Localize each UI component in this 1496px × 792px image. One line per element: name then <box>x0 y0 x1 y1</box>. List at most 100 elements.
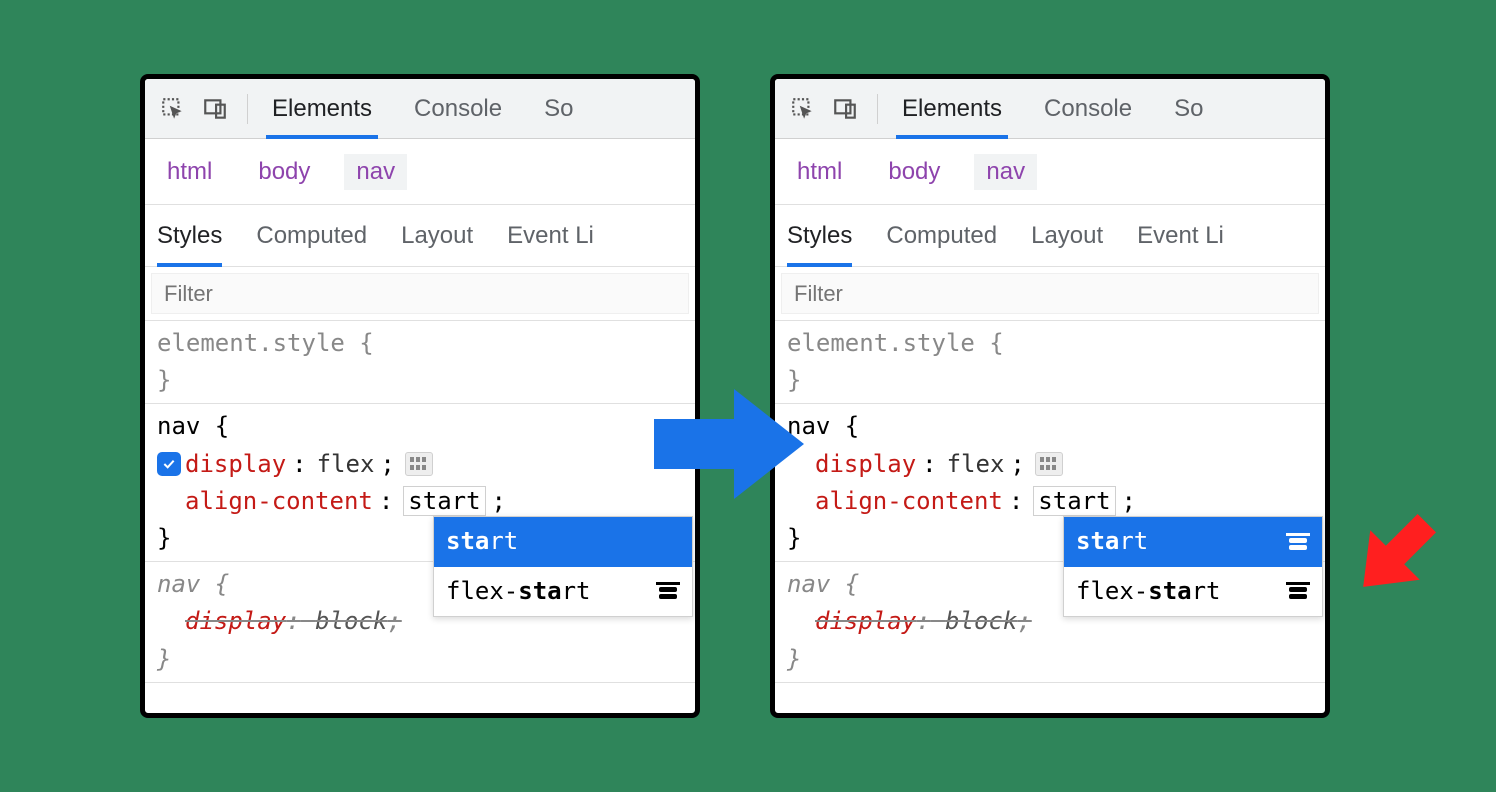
selector-element-style: element.style { <box>787 325 1313 362</box>
ac-rest: rt <box>1192 577 1221 605</box>
prop-display[interactable]: display: flex; <box>157 446 683 483</box>
tab-elements[interactable]: Elements <box>896 80 1008 139</box>
subtab-event-cut[interactable]: Event Li <box>507 205 594 266</box>
filter-box <box>775 267 1325 321</box>
crumb-body[interactable]: body <box>246 154 322 190</box>
styles-subtabs: Styles Computed Layout Event Li <box>775 205 1325 267</box>
devtools-toolbar: Elements Console So <box>775 79 1325 139</box>
ac-rest: rt <box>1119 527 1148 555</box>
crumb-nav[interactable]: nav <box>344 154 407 190</box>
ac-pre: flex- <box>446 577 518 605</box>
flex-editor-icon[interactable] <box>405 452 433 476</box>
selector-nav: nav { <box>787 408 1313 445</box>
tab-sources-cut[interactable]: So <box>1168 79 1209 138</box>
brace-close: } <box>157 362 683 399</box>
ac-match: sta <box>446 527 489 555</box>
autocomplete-option-start[interactable]: start <box>434 517 692 566</box>
rule-element-style[interactable]: element.style { } <box>145 321 695 404</box>
checkbox-icon[interactable] <box>157 452 181 476</box>
prop-align-content[interactable]: align-content: start; <box>787 483 1313 520</box>
prop-align-content[interactable]: align-content: start; <box>157 483 683 520</box>
ac-match: sta <box>518 577 561 605</box>
subtab-layout[interactable]: Layout <box>401 205 473 266</box>
align-content-start-icon <box>656 582 680 600</box>
value-editor[interactable]: start <box>403 486 485 516</box>
inspect-icon[interactable] <box>159 95 187 123</box>
selector-element-style: element.style { <box>157 325 683 362</box>
colon: : <box>292 446 306 483</box>
autocomplete-option-flex-start[interactable]: flex-start <box>1064 567 1322 616</box>
prop-name-display: display <box>185 446 286 483</box>
prop-val-flex: flex <box>947 446 1005 483</box>
colon: : <box>922 446 936 483</box>
tab-sources-cut[interactable]: So <box>538 79 579 138</box>
ac-rest: rt <box>489 527 518 555</box>
ac-match: sta <box>1076 527 1119 555</box>
tab-elements[interactable]: Elements <box>266 80 378 139</box>
styles-subtabs: Styles Computed Layout Event Li <box>145 205 695 267</box>
ac-pre: flex- <box>1076 577 1148 605</box>
semi: ; <box>1010 446 1024 483</box>
prop-name-align: align-content <box>815 483 1003 520</box>
subtab-event-cut[interactable]: Event Li <box>1137 205 1224 266</box>
top-tabs: Elements Console So <box>896 79 1209 138</box>
subtab-styles[interactable]: Styles <box>787 206 852 267</box>
semi: ; <box>380 446 394 483</box>
arrow-right-icon <box>654 384 804 504</box>
crumb-body[interactable]: body <box>876 154 952 190</box>
device-toggle-icon[interactable] <box>831 95 859 123</box>
breadcrumb: html body nav <box>775 139 1325 205</box>
autocomplete-option-start[interactable]: start <box>1064 517 1322 566</box>
flex-editor-icon[interactable] <box>1035 452 1063 476</box>
rule-nav[interactable]: nav { display: flex; align-content: star… <box>775 404 1325 562</box>
semi: ; <box>492 483 506 520</box>
rule-nav[interactable]: nav { display: flex; align-content: star… <box>145 404 695 562</box>
prop-name-display-ua: display <box>185 607 286 635</box>
prop-val-block: block <box>945 607 1017 635</box>
tab-console[interactable]: Console <box>408 79 508 138</box>
css-rules: element.style { } nav { display: flex; a… <box>145 321 695 683</box>
align-content-start-icon <box>1286 582 1310 600</box>
value-editor[interactable]: start <box>1033 486 1115 516</box>
colon: : <box>1009 483 1023 520</box>
subtab-layout[interactable]: Layout <box>1031 205 1103 266</box>
device-toggle-icon[interactable] <box>201 95 229 123</box>
tab-console[interactable]: Console <box>1038 79 1138 138</box>
autocomplete-dropdown: start flex-start <box>1063 516 1323 616</box>
ac-match: sta <box>1148 577 1191 605</box>
align-content-start-icon <box>1286 533 1310 551</box>
breadcrumb: html body nav <box>145 139 695 205</box>
top-tabs: Elements Console So <box>266 79 579 138</box>
autocomplete-option-flex-start[interactable]: flex-start <box>434 567 692 616</box>
subtab-computed[interactable]: Computed <box>256 205 367 266</box>
brace-close: } <box>787 641 1313 678</box>
prop-name-display: display <box>815 446 916 483</box>
crumb-html[interactable]: html <box>785 154 854 190</box>
devtools-toolbar: Elements Console So <box>145 79 695 139</box>
annotation-arrow-icon <box>1340 500 1450 610</box>
semi: ; <box>1122 483 1136 520</box>
toolbar-divider <box>247 94 248 124</box>
subtab-styles[interactable]: Styles <box>157 206 222 267</box>
devtools-panel-before: Elements Console So html body nav Styles… <box>140 74 700 718</box>
prop-val-flex: flex <box>317 446 375 483</box>
colon: : <box>379 483 393 520</box>
subtab-computed[interactable]: Computed <box>886 205 997 266</box>
autocomplete-dropdown: start flex-start <box>433 516 693 616</box>
prop-name-align: align-content <box>185 483 373 520</box>
rule-element-style[interactable]: element.style { } <box>775 321 1325 404</box>
devtools-panel-after: Elements Console So html body nav Styles… <box>770 74 1330 718</box>
filter-input[interactable] <box>151 273 689 314</box>
filter-input[interactable] <box>781 273 1319 314</box>
crumb-nav[interactable]: nav <box>974 154 1037 190</box>
css-rules: element.style { } nav { display: flex; a… <box>775 321 1325 683</box>
filter-box <box>145 267 695 321</box>
prop-display[interactable]: display: flex; <box>787 446 1313 483</box>
brace-close: } <box>787 362 1313 399</box>
brace-close: } <box>157 641 683 678</box>
selector-nav: nav { <box>157 408 683 445</box>
inspect-icon[interactable] <box>789 95 817 123</box>
toolbar-divider <box>877 94 878 124</box>
crumb-html[interactable]: html <box>155 154 224 190</box>
prop-val-block: block <box>315 607 387 635</box>
